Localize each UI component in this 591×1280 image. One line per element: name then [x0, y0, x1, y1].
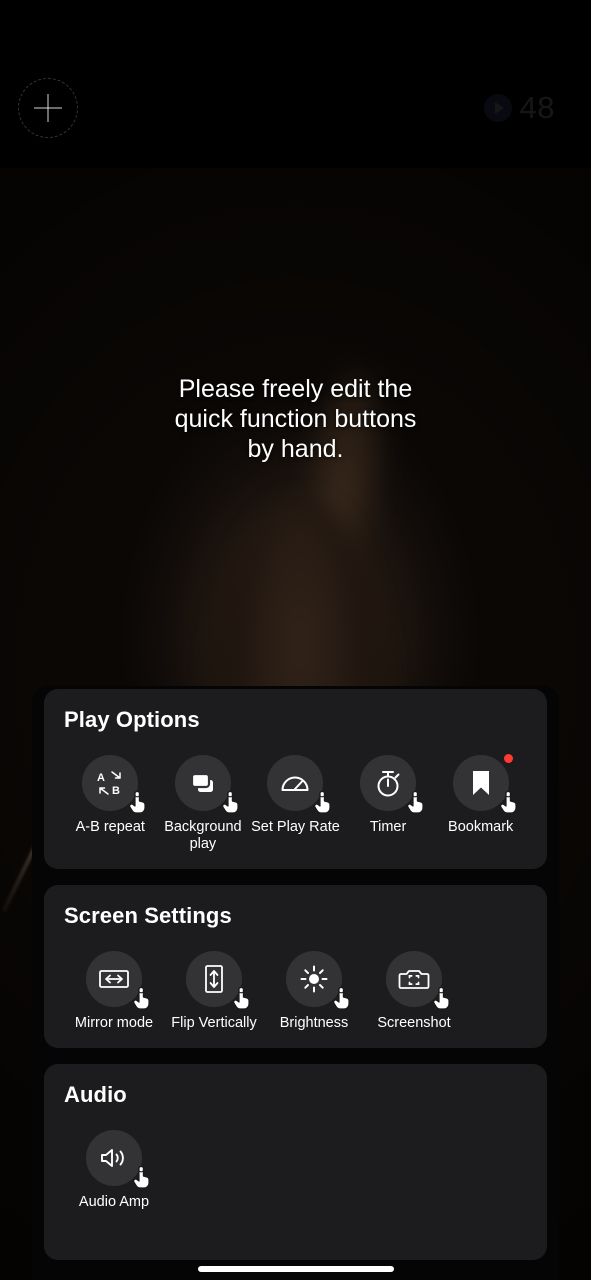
plus-icon-vertical — [47, 94, 49, 122]
tap-hand-icon — [219, 789, 243, 815]
quick-button-label: Mirror mode — [74, 1015, 154, 1031]
section-audio: Audio Audio Amp — [44, 1064, 547, 1260]
quick-button-label: Set Play Rate — [251, 819, 340, 835]
section-title: Audio — [64, 1082, 127, 1107]
svg-text:B: B — [112, 785, 120, 797]
quick-button-timer[interactable]: Timer — [342, 755, 435, 836]
hint-line-1: Please freely edit the — [178, 375, 413, 403]
play-circle-icon — [483, 94, 512, 122]
quick-button-mirror-mode[interactable]: Mirror mode — [64, 951, 164, 1032]
quick-button-brightness[interactable]: Brightness — [264, 951, 364, 1032]
quick-button-label: A-B repeat — [75, 819, 145, 835]
play-count-value: 48 — [519, 90, 555, 125]
quick-button-label: Screenshot — [377, 1015, 451, 1031]
hint-message: Please freely edit the quick function bu… — [0, 374, 591, 464]
quick-button-label: Background play — [164, 819, 242, 852]
tap-hand-icon — [130, 985, 154, 1011]
quick-functions-panel: Play Options A B A-B repeat Background p… — [44, 689, 547, 1276]
tap-hand-icon — [404, 789, 428, 815]
tap-hand-icon — [311, 789, 335, 815]
hint-line-3: by hand. — [247, 435, 344, 463]
button-row: A B A-B repeat Background play Set Play … — [64, 754, 527, 853]
button-row: Audio Amp — [64, 1130, 527, 1211]
quick-button-bookmark[interactable]: Bookmark — [434, 754, 527, 836]
section-title: Play Options — [64, 707, 200, 732]
top-bar: 48 — [0, 0, 591, 168]
quick-button-audio-amp[interactable]: Audio Amp — [64, 1130, 164, 1211]
quick-button-screenshot[interactable]: Screenshot — [364, 951, 464, 1032]
svg-text:A: A — [97, 772, 105, 784]
quick-button-label: Audio Amp — [78, 1194, 150, 1210]
tap-hand-icon — [130, 1164, 154, 1190]
hint-line-2: quick function buttons — [174, 405, 417, 433]
button-row: Mirror mode Flip Vertically Brightness S… — [64, 951, 527, 1032]
tap-hand-icon — [330, 985, 354, 1011]
section-play-options: Play Options A B A-B repeat Background p… — [44, 689, 547, 869]
add-button[interactable] — [18, 78, 78, 138]
home-indicator[interactable] — [197, 1266, 394, 1272]
tap-hand-icon — [497, 789, 521, 815]
tap-hand-icon — [430, 985, 454, 1011]
quick-button-label: Bookmark — [448, 819, 514, 835]
app-screen: 48 Please freely edit the quick function… — [0, 0, 591, 1280]
quick-button-label: Brightness — [279, 1015, 349, 1031]
quick-button-background-play[interactable]: Background play — [157, 755, 250, 853]
play-triangle-icon — [494, 102, 504, 114]
section-screen-settings: Screen Settings Mirror mode Flip Vertica… — [44, 885, 547, 1048]
quick-button-set-play-rate[interactable]: Set Play Rate — [249, 755, 342, 836]
play-count-indicator[interactable]: 48 — [483, 90, 555, 126]
quick-button-label: Timer — [369, 819, 407, 835]
tap-hand-icon — [126, 789, 150, 815]
quick-button-label: Flip Vertically — [171, 1015, 257, 1031]
section-title: Screen Settings — [64, 903, 232, 928]
status-badge — [503, 754, 513, 763]
tap-hand-icon — [230, 985, 254, 1011]
quick-button-ab-repeat[interactable]: A B A-B repeat — [64, 755, 157, 836]
quick-button-flip-vertically[interactable]: Flip Vertically — [164, 951, 264, 1032]
